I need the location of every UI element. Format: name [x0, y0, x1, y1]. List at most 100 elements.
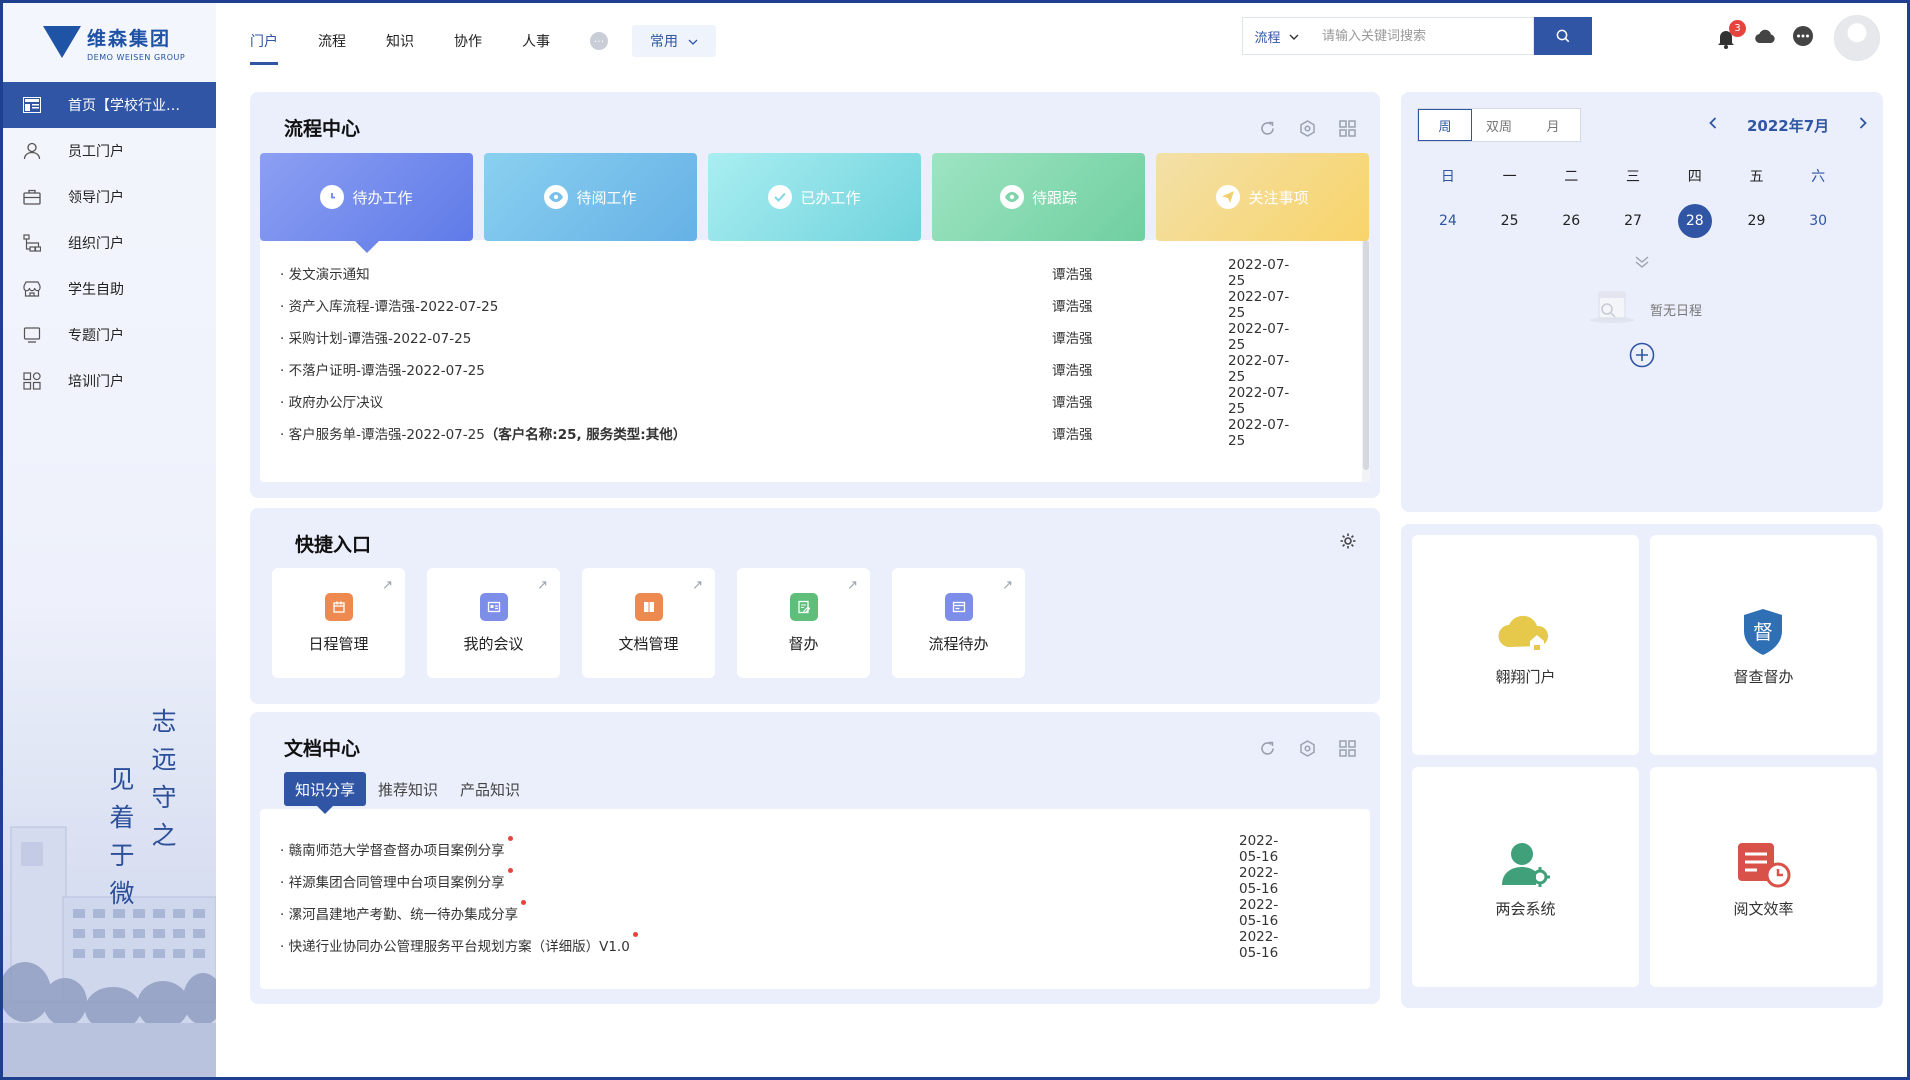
sidebar-item-employee[interactable]: 员工门户	[3, 128, 216, 174]
settings-icon[interactable]	[1298, 739, 1316, 757]
cloud-icon[interactable]	[1754, 28, 1776, 48]
search-button[interactable]	[1534, 17, 1592, 55]
add-schedule-button[interactable]	[1629, 342, 1655, 372]
common-label: 常用	[650, 34, 678, 50]
quick-entry-schedule[interactable]: ↗ 日程管理	[272, 568, 405, 678]
chevron-right-icon[interactable]	[1859, 117, 1867, 133]
quick-entry-panel: 快捷入口 ↗ 日程管理 ↗ 我的会议 ↗ 文档管理 ↗ 督办 ↗ 流程待办	[250, 508, 1380, 704]
flow-row[interactable]: · 资产入库流程-谭浩强-2022-07-25 谭浩强 2022-07-25	[280, 289, 1300, 321]
svg-text:督: 督	[1753, 620, 1773, 644]
sidebar-item-home[interactable]: 首页【学校行业…	[3, 82, 216, 128]
avatar[interactable]	[1834, 15, 1880, 61]
flow-tab-followed[interactable]: 关注事项	[1156, 153, 1369, 241]
user-gear-icon	[1502, 843, 1550, 887]
weekday: 一	[1502, 169, 1517, 185]
org-chart-icon	[22, 234, 42, 252]
scrollbar-thumb[interactable]	[1363, 240, 1369, 470]
doc-row[interactable]: · 漯河昌建地产考勤、统一待办集成分享 2022-05-16	[280, 897, 1300, 929]
calendar-day[interactable]: 30	[1787, 204, 1849, 238]
flow-tab-done[interactable]: 已办工作	[708, 153, 921, 241]
calendar-day[interactable]: 27	[1602, 204, 1664, 238]
app-supervision[interactable]: 督 督查督办	[1650, 535, 1877, 755]
monitor-icon	[22, 326, 42, 344]
calendar-day[interactable]: 26	[1540, 204, 1602, 238]
quick-entry-supervise[interactable]: ↗ 督办	[737, 568, 870, 678]
doc-row[interactable]: · 赣南师范大学督查督办项目案例分享 2022-05-16	[280, 833, 1300, 865]
flow-tab-label: 待跟踪	[1031, 188, 1077, 207]
view-month[interactable]: 月	[1526, 109, 1580, 141]
row-title-text: 快递行业协同办公管理服务平台规划方案（详细版）V1.0	[288, 939, 630, 955]
app-aoxiang-portal[interactable]: 翱翔门户	[1412, 535, 1639, 755]
tab-collab[interactable]: 协作	[454, 21, 482, 61]
ellipsis-icon[interactable]: ···	[590, 32, 608, 50]
app-label: 翱翔门户	[1495, 668, 1556, 686]
grid-icon[interactable]	[1338, 739, 1356, 757]
flow-row-person: 谭浩强	[1052, 267, 1093, 283]
flow-tab-toread[interactable]: 待阅工作	[484, 153, 697, 241]
calendar-day[interactable]: 29	[1726, 204, 1788, 238]
chevron-left-icon[interactable]	[1709, 117, 1717, 133]
shield-du-icon: 督	[1744, 609, 1782, 655]
sidebar-item-label: 员工门户	[68, 144, 124, 160]
quick-entry-meeting[interactable]: ↗ 我的会议	[427, 568, 560, 678]
view-week[interactable]: 周	[1418, 109, 1472, 141]
cloud-home-icon	[1498, 615, 1549, 650]
sidebar-item-training[interactable]: 培训门户	[3, 358, 216, 404]
refresh-icon[interactable]	[1258, 119, 1276, 137]
quick-entry-docs[interactable]: ↗ 文档管理	[582, 568, 715, 678]
book-icon	[635, 593, 663, 621]
sidebar-item-leader[interactable]: 领导门户	[3, 174, 216, 220]
quick-entry-flow-todo[interactable]: ↗ 流程待办	[892, 568, 1025, 678]
notification-bell[interactable]: 3	[1714, 20, 1746, 50]
calendar-day-today[interactable]: 28	[1664, 204, 1726, 238]
doc-tabs: 知识分享 推荐知识 产品知识	[284, 772, 542, 814]
external-link-icon: ↗	[382, 578, 393, 593]
brand-logo[interactable]: 维森集团 DEMO WEISEN GROUP	[43, 21, 185, 65]
tab-portal[interactable]: 门户	[250, 21, 278, 65]
flow-tab-todo[interactable]: 待办工作	[260, 153, 473, 253]
calendar-day[interactable]: 25	[1479, 204, 1541, 238]
sidebar-nav: 首页【学校行业… 员工门户 领导门户 组织门户 学生自助 专题门户 培训门户	[3, 82, 216, 404]
search-type-select[interactable]: 流程	[1242, 17, 1310, 55]
doc-row[interactable]: · 祥源集团合同管理中台项目案例分享 2022-05-16	[280, 865, 1300, 897]
doc-row[interactable]: · 快递行业协同办公管理服务平台规划方案（详细版）V1.0 2022-05-16	[280, 929, 1300, 961]
flow-row[interactable]: · 发文演示通知 谭浩强 2022-07-25	[280, 257, 1300, 289]
calendar-month: 2022年7月	[1747, 116, 1830, 135]
doc-tab-product[interactable]: 产品知识	[460, 772, 520, 806]
doc-tab-recommended[interactable]: 推荐知识	[378, 772, 438, 806]
doc-tab-knowledge-share[interactable]: 知识分享	[284, 772, 367, 814]
tab-process[interactable]: 流程	[318, 21, 346, 61]
external-link-icon: ↗	[537, 578, 548, 593]
more-options-icon[interactable]	[1792, 25, 1814, 51]
app-two-sessions[interactable]: 两会系统	[1412, 767, 1639, 987]
calendar-day[interactable]: 24	[1417, 204, 1479, 238]
row-title-text: 漯河昌建地产考勤、统一待办集成分享	[288, 907, 519, 923]
flow-list-scrollbar[interactable]	[1362, 240, 1370, 482]
settings-icon[interactable]	[1298, 119, 1316, 137]
row-title-text: 客户服务单-谭浩强-2022-07-25	[288, 427, 485, 443]
tab-hr[interactable]: 人事	[522, 21, 550, 61]
doc-row-title: · 快递行业协同办公管理服务平台规划方案（详细版）V1.0	[280, 932, 638, 955]
flow-row[interactable]: · 客户服务单-谭浩强-2022-07-25（客户名称:25, 服务类型:其他）…	[280, 417, 1300, 449]
sidebar-item-student[interactable]: 学生自助	[3, 266, 216, 312]
sidebar-item-label: 首页【学校行业…	[68, 98, 180, 114]
search-input[interactable]	[1310, 17, 1534, 55]
common-dropdown[interactable]: 常用	[632, 25, 716, 57]
refresh-icon[interactable]	[1258, 739, 1276, 757]
sidebar-item-topic[interactable]: 专题门户	[3, 312, 216, 358]
flow-row[interactable]: · 政府办公厅决议 谭浩强 2022-07-25	[280, 385, 1300, 417]
flow-tab-tracking[interactable]: 待跟踪	[932, 153, 1145, 241]
tab-knowledge[interactable]: 知识	[386, 21, 414, 61]
flow-row[interactable]: · 采购计划-谭浩强-2022-07-25 谭浩强 2022-07-25	[280, 321, 1300, 353]
sidebar-item-org[interactable]: 组织门户	[3, 220, 216, 266]
view-biweek[interactable]: 双周	[1472, 109, 1526, 141]
calligraphy-char: 见	[109, 765, 135, 794]
quick-entry-label: 文档管理	[618, 635, 679, 653]
grid-icon[interactable]	[1338, 119, 1356, 137]
double-chevron-down-icon[interactable]	[1634, 255, 1650, 273]
flow-row-date: 2022-07-25	[1228, 321, 1290, 353]
flow-row[interactable]: · 不落户证明-谭浩强-2022-07-25 谭浩强 2022-07-25	[280, 353, 1300, 385]
weekday: 二	[1564, 169, 1579, 185]
gear-icon[interactable]	[1339, 532, 1357, 550]
app-reading-efficiency[interactable]: 阅文效率	[1650, 767, 1877, 987]
